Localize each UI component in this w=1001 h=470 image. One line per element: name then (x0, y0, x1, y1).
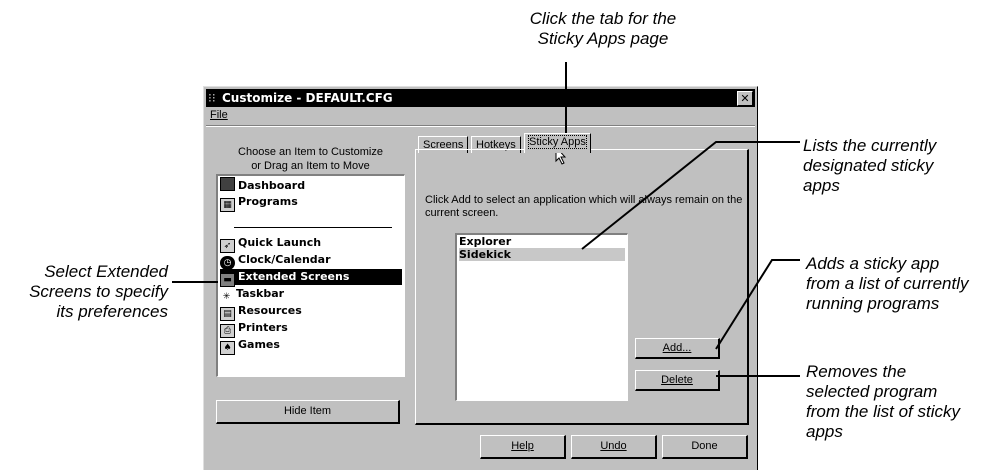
close-button[interactable]: ✕ (737, 91, 753, 106)
extended-screens-icon: ▬ (220, 273, 235, 287)
list-item-extended-screens[interactable]: ▬ Extended Screens (220, 269, 402, 287)
list-item-games[interactable]: ♠ Games (220, 337, 284, 355)
add-label: Add... (662, 342, 692, 354)
list-item-label: Games (238, 338, 280, 351)
printers-icon: ⎙ (220, 324, 235, 338)
tab-label: Sticky Apps (528, 135, 587, 149)
callout-remove: Removes the selected program from the li… (806, 362, 960, 441)
customize-item-list[interactable]: Dashboard ▦ Programs ➶ Quick Launch ◷ Clock… (216, 174, 405, 377)
choose-instruction: Choose an Item to Customize or Drag an I… (238, 146, 383, 172)
list-item-label: Extended Screens (238, 270, 350, 283)
app-icon: ⁝⁝ (208, 91, 216, 105)
list-item-label: Clock/Calendar (238, 253, 331, 266)
programs-icon: ▦ (220, 198, 235, 212)
callout-sticky-tab: Click the tab for the Sticky Apps page (529, 9, 677, 48)
taskbar-icon: ✳ (222, 292, 231, 302)
list-item-label: Taskbar (236, 287, 285, 300)
list-item-label: Programs (238, 195, 298, 208)
hide-item-label: Hide Item (283, 405, 332, 417)
sticky-apps-description: Click Add to select an application which… (425, 194, 743, 219)
list-item-printers[interactable]: ⎙ Printers (220, 320, 292, 338)
list-item-sidekick[interactable]: Sidekick (459, 248, 625, 261)
list-item-clock-calendar[interactable]: ◷ Clock/Calendar (220, 252, 335, 270)
list-item-programs[interactable]: ▦ Programs (220, 194, 302, 212)
clock-icon: ◷ (220, 256, 235, 270)
done-button[interactable]: Done (662, 435, 748, 459)
list-item-taskbar[interactable]: ✳ Taskbar (220, 286, 288, 302)
menu-bar: File (210, 109, 228, 121)
list-item-dashboard[interactable]: Dashboard (220, 177, 309, 193)
delete-button[interactable]: Delete (635, 370, 720, 391)
callout-select-extended: Select Extended Screens to specify its p… (29, 262, 168, 321)
callout-add: Adds a sticky app from a list of current… (806, 254, 969, 313)
list-divider (234, 227, 392, 228)
done-label: Done (691, 440, 718, 452)
callout-lists-apps: Lists the currently designated sticky ap… (803, 136, 937, 195)
help-label: Help (511, 440, 534, 452)
sticky-apps-list[interactable]: Explorer Sidekick (455, 233, 628, 401)
tab-sticky-apps[interactable]: Sticky Apps (524, 133, 591, 153)
resources-icon: ▤ (220, 307, 235, 321)
quick-launch-icon: ➶ (220, 239, 235, 253)
add-button[interactable]: Add... (635, 338, 720, 359)
list-item-label: Quick Launch (238, 236, 322, 249)
undo-label: Undo (600, 440, 627, 452)
delete-label: Delete (661, 374, 693, 386)
dashboard-icon (220, 177, 235, 191)
undo-button[interactable]: Undo (571, 435, 657, 459)
games-icon: ♠ (220, 341, 235, 355)
hide-item-button[interactable]: Hide Item (216, 400, 400, 424)
menu-file[interactable]: File (210, 109, 228, 121)
list-item-label: Resources (238, 304, 302, 317)
list-item-explorer[interactable]: Explorer (459, 235, 625, 248)
title-bar: ⁝⁝ Customize - DEFAULT.CFG ✕ (206, 89, 755, 107)
customize-window: ⁝⁝ Customize - DEFAULT.CFG ✕ File Choose … (203, 86, 758, 470)
menu-separator (206, 125, 755, 127)
list-item-resources[interactable]: ▤ Resources (220, 303, 306, 321)
list-item-label: Printers (238, 321, 288, 334)
help-button[interactable]: Help (480, 435, 566, 459)
window-title: Customize - DEFAULT.CFG (222, 91, 393, 105)
list-item-label: Dashboard (238, 179, 306, 192)
list-item-quick-launch[interactable]: ➶ Quick Launch (220, 235, 325, 253)
